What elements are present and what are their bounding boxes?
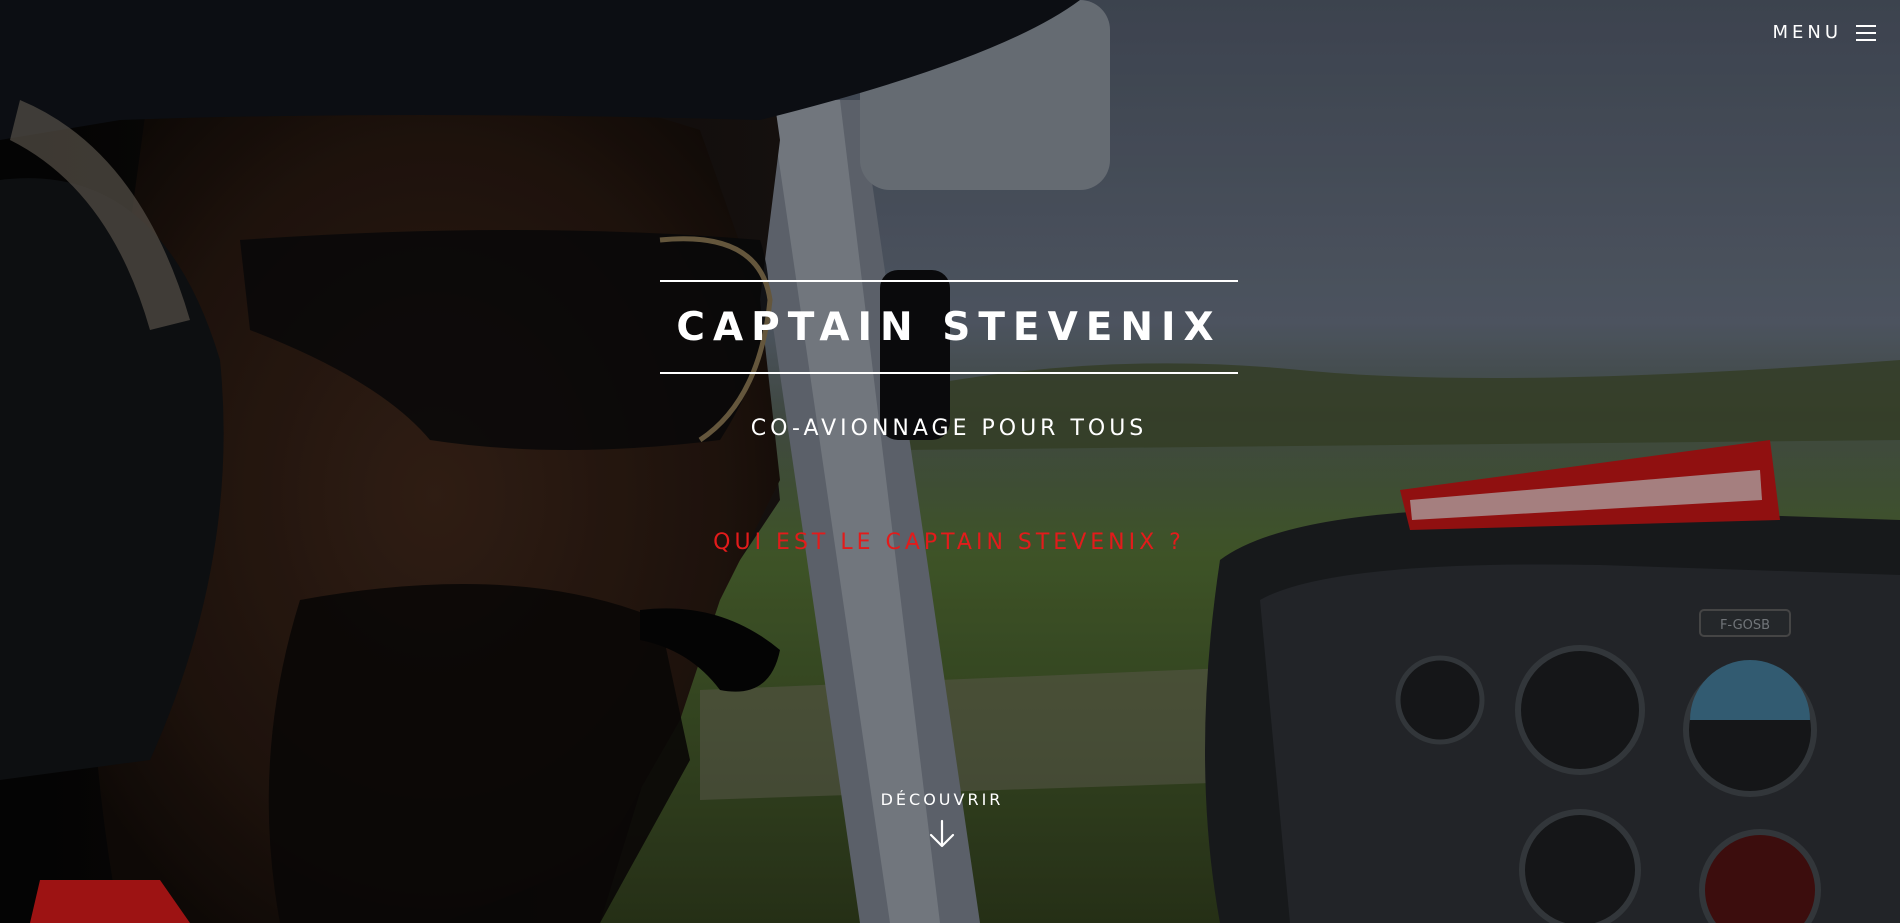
arrow-down-icon — [929, 819, 955, 848]
menu-label: MENU — [1772, 22, 1842, 43]
menu-toggle-button[interactable]: MENU — [1772, 22, 1876, 43]
site-title: CAPTAIN STEVENIX — [676, 304, 1222, 350]
who-is-captain-link[interactable]: QUI EST LE CAPTAIN STEVENIX ? — [560, 530, 1338, 555]
discover-label: DÉCOUVRIR — [880, 790, 1004, 809]
hero-overlay — [0, 0, 1900, 923]
site-title-block: CAPTAIN STEVENIX — [660, 280, 1238, 374]
hamburger-icon — [1856, 24, 1876, 42]
hero-section: F-GOSB MENU CAPTAIN STEVENIX CO-AVIONNAG… — [0, 0, 1900, 923]
discover-button[interactable]: DÉCOUVRIR — [830, 790, 1054, 849]
site-tagline: CO-AVIONNAGE POUR TOUS — [750, 416, 1148, 441]
